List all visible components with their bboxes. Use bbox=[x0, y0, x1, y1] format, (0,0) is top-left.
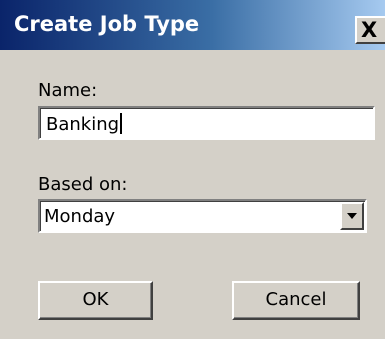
name-field[interactable]: Banking bbox=[38, 106, 375, 140]
based-on-select[interactable]: Monday bbox=[38, 199, 367, 233]
close-icon: X bbox=[361, 18, 378, 42]
name-label: Name: bbox=[38, 80, 98, 101]
title-bar[interactable]: Create Job Type X bbox=[0, 0, 385, 50]
chevron-down-icon bbox=[347, 213, 357, 219]
text-caret bbox=[120, 113, 123, 134]
based-on-selected-value: Monday bbox=[44, 206, 116, 227]
based-on-label: Based on: bbox=[38, 174, 128, 195]
dialog-title: Create Job Type bbox=[14, 12, 200, 36]
close-button[interactable]: X bbox=[355, 16, 385, 44]
cancel-button[interactable]: Cancel bbox=[232, 281, 360, 320]
ok-button[interactable]: OK bbox=[38, 281, 153, 320]
create-job-type-dialog: Create Job Type X Name: Banking Based on… bbox=[0, 0, 385, 339]
dropdown-button[interactable] bbox=[340, 202, 364, 230]
name-field-value: Banking bbox=[46, 113, 123, 136]
